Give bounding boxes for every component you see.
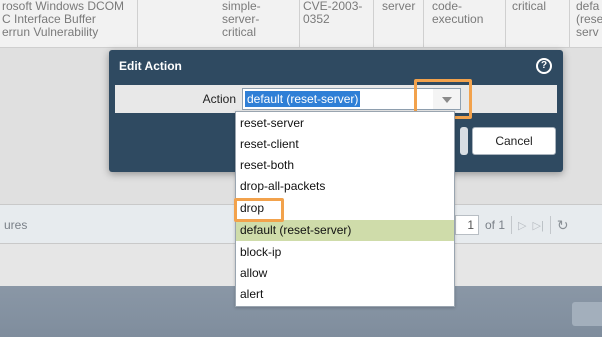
refresh-icon[interactable]: ↻ bbox=[557, 217, 569, 234]
action-label: Action bbox=[202, 92, 236, 106]
background-button bbox=[572, 302, 602, 326]
option-drop-all-packets[interactable]: drop-all-packets bbox=[236, 176, 454, 197]
background-table-row: rosoft Windows DCOM C Interface Buffer e… bbox=[0, 0, 602, 48]
page-count: of 1 bbox=[485, 218, 506, 232]
pager-separator bbox=[549, 216, 551, 234]
ok-button[interactable] bbox=[460, 127, 468, 155]
cell-profile: simple- server- critical bbox=[218, 0, 300, 48]
option-default-reset-server[interactable]: default (reset-server) bbox=[236, 220, 454, 241]
dialog-body: Action default (reset-server) bbox=[115, 85, 557, 113]
option-reset-client[interactable]: reset-client bbox=[236, 134, 454, 155]
cell-threat-name: rosoft Windows DCOM C Interface Buffer e… bbox=[0, 0, 138, 48]
option-block-ip[interactable]: block-ip bbox=[236, 242, 454, 263]
cell-cve: CVE-2003- 0352 bbox=[300, 0, 374, 48]
option-alert[interactable]: alert bbox=[236, 284, 454, 305]
option-reset-both[interactable]: reset-both bbox=[236, 155, 454, 176]
pager: 1 of 1 ▷ ▷| ↻ bbox=[455, 214, 569, 236]
cell-host-type: server bbox=[374, 0, 424, 48]
page-number-input[interactable]: 1 bbox=[455, 215, 479, 235]
option-reset-server[interactable]: reset-server bbox=[236, 113, 454, 134]
help-icon[interactable]: ? bbox=[536, 58, 552, 74]
next-page-icon[interactable]: ▷ bbox=[518, 219, 526, 232]
action-select-value: default (reset-server) bbox=[245, 91, 361, 107]
action-select[interactable]: default (reset-server) bbox=[242, 88, 434, 110]
cell-action: defa (rese serv bbox=[576, 0, 602, 39]
footer-label: ures bbox=[4, 218, 28, 232]
option-allow[interactable]: allow bbox=[236, 263, 454, 284]
dialog-title: Edit Action bbox=[119, 59, 182, 73]
cancel-button[interactable]: Cancel bbox=[472, 127, 556, 155]
highlight-drop-option bbox=[234, 198, 284, 222]
last-page-icon[interactable]: ▷| bbox=[532, 219, 543, 232]
cell-category: code- execution bbox=[424, 0, 506, 48]
cell-severity: critical bbox=[506, 0, 570, 48]
pager-separator bbox=[511, 216, 513, 234]
